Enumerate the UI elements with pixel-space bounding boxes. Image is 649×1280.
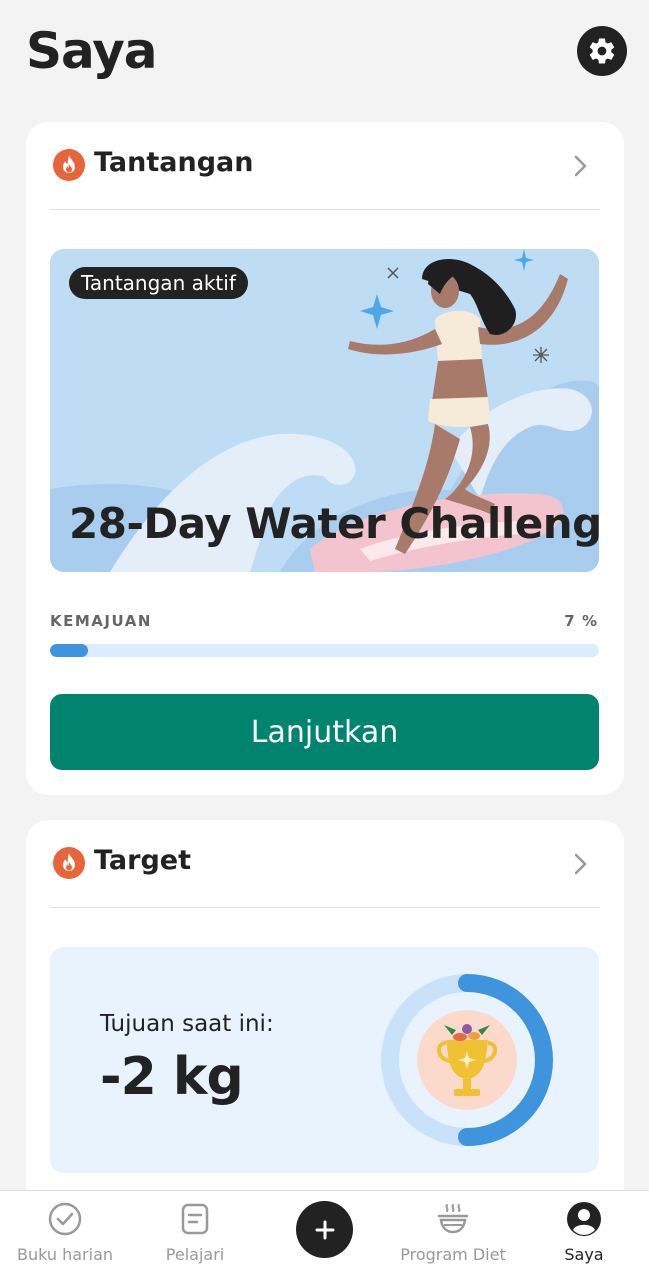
flame-icon [53, 847, 85, 879]
challenge-card-title: Tantangan [94, 147, 254, 178]
progress-value: 7 % [564, 612, 598, 630]
nav-label-diet-program: Program Diet [400, 1245, 506, 1264]
nav-item-diet-program[interactable]: Program Diet [388, 1191, 518, 1280]
nav-label-profile: Saya [564, 1245, 604, 1264]
progress-bar [50, 644, 599, 657]
nav-item-learn[interactable]: Pelajari [130, 1191, 260, 1280]
challenge-title: 28-Day Water Challenge [69, 499, 599, 548]
profile-icon [567, 1202, 601, 1236]
progress-label: KEMAJUAN [50, 612, 152, 630]
chevron-right-icon [574, 853, 587, 875]
page-title: Saya [26, 22, 158, 80]
goal-label: Tujuan saat ini: [100, 1011, 274, 1037]
goal-progress-ring [381, 974, 553, 1146]
profile-page: Saya Tantangan Tantangan aktif 28-Day Wa… [0, 0, 649, 1280]
plus-icon [315, 1220, 334, 1239]
header: Saya [0, 0, 649, 110]
flame-icon [53, 149, 85, 181]
nav-item-profile[interactable]: Saya [519, 1191, 649, 1280]
gear-icon [589, 38, 615, 64]
continue-button[interactable]: Lanjutkan [50, 694, 599, 770]
chevron-right-icon [574, 155, 587, 177]
active-challenge-badge: Tantangan aktif [69, 267, 248, 299]
settings-button[interactable] [577, 26, 627, 76]
goal-value: -2 kg [100, 1047, 244, 1107]
nav-label-learn: Pelajari [165, 1245, 225, 1264]
challenge-card: Tantangan Tantangan aktif 28-Day Water C… [26, 122, 624, 795]
nav-label-diary: Buku harian [16, 1245, 114, 1264]
target-card: Target Tujuan saat ini: -2 kg [26, 820, 624, 1240]
goal-panel[interactable]: Tujuan saat ini: -2 kg [50, 947, 599, 1173]
progress-fill [50, 644, 89, 657]
nav-item-diary[interactable]: Buku harian [0, 1191, 130, 1280]
challenge-banner[interactable]: Tantangan aktif 28-Day Water Challenge [50, 249, 599, 572]
target-card-title: Target [94, 845, 192, 876]
bowl-icon [437, 1204, 469, 1234]
document-icon [181, 1203, 209, 1235]
target-card-header[interactable]: Target [50, 820, 600, 908]
bottom-navigation: Buku harian Pelajari Program Diet Saya [0, 1190, 649, 1280]
check-circle-icon [48, 1202, 82, 1236]
add-button[interactable] [296, 1201, 353, 1258]
challenge-card-header[interactable]: Tantangan [50, 122, 600, 210]
